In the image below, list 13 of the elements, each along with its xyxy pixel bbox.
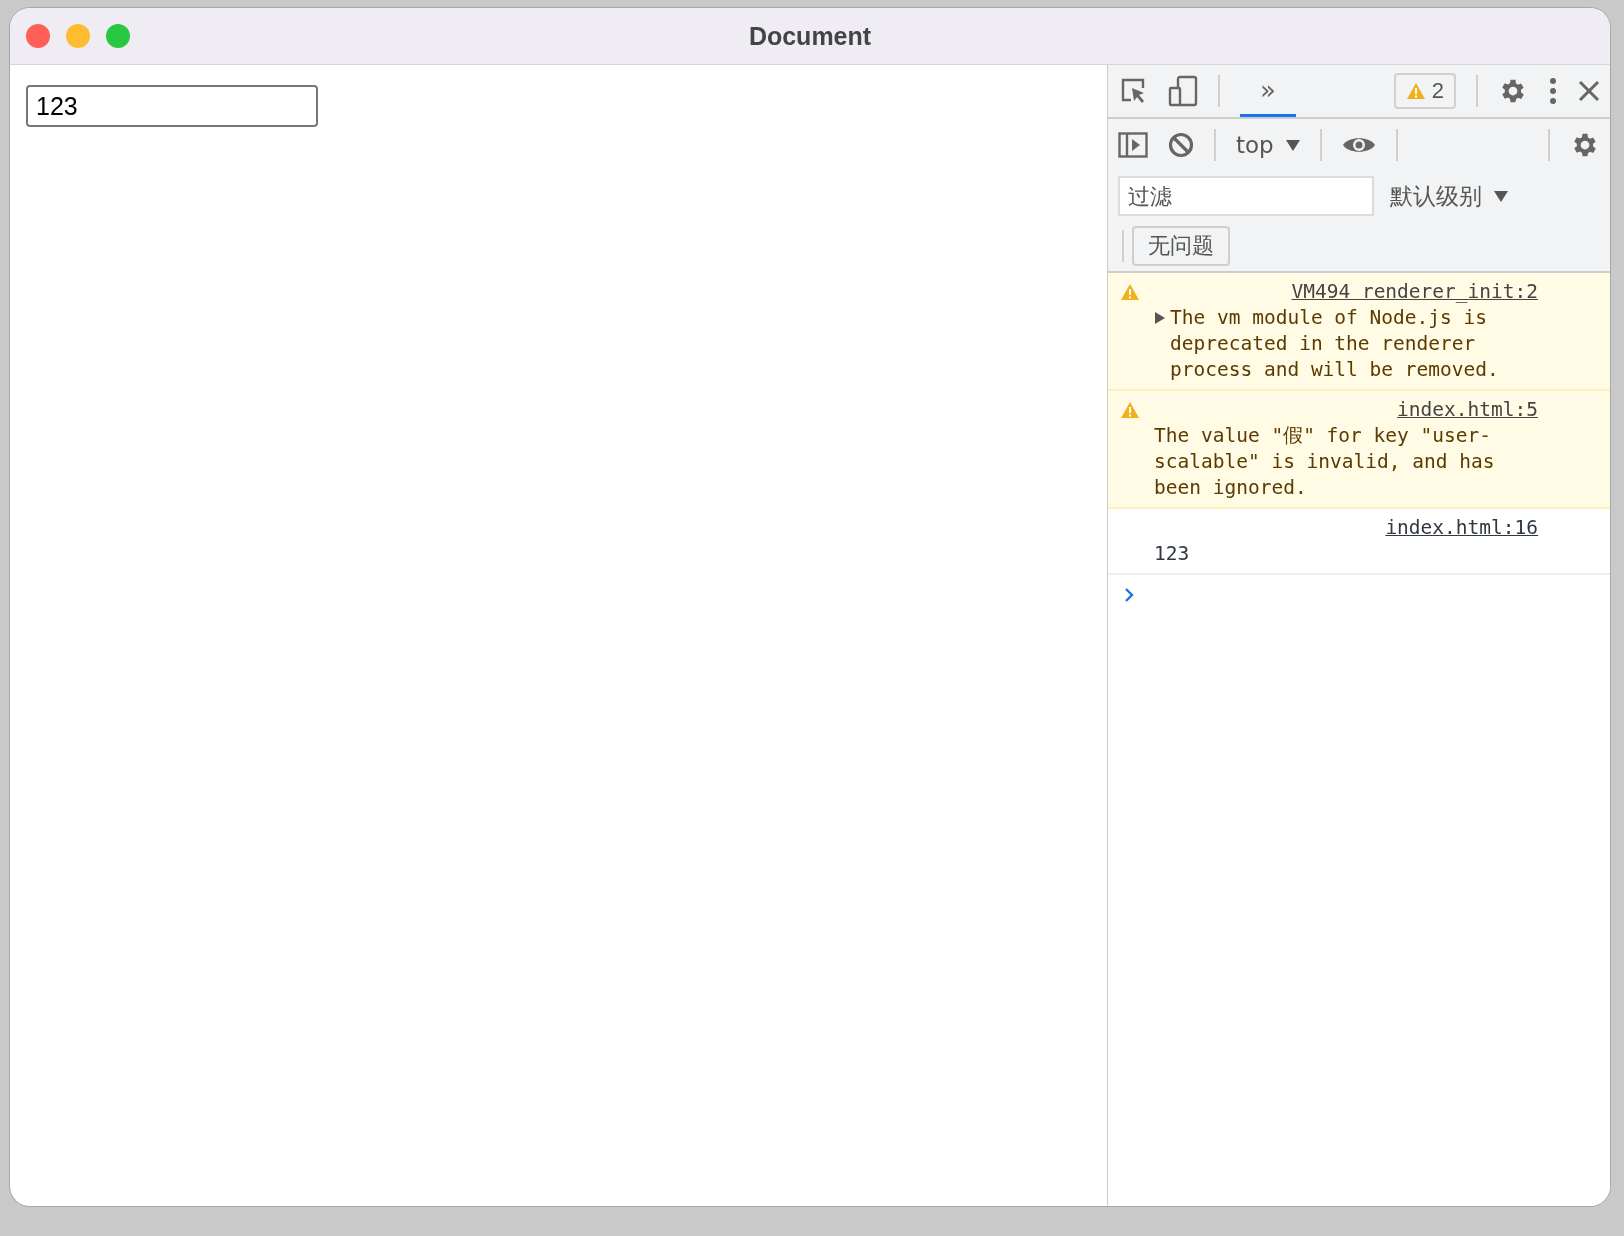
window-title: Document [748, 21, 872, 51]
source-link[interactable]: VM494 renderer_init:2 [1291, 279, 1538, 305]
source-link[interactable]: index.html:16 [1385, 515, 1538, 541]
log-level-dropdown[interactable]: 默认级别 [1390, 180, 1508, 212]
message-text: The value "假" for key "user-scalable" is invalid, and has been ignored. [1154, 423, 1496, 501]
issues-button[interactable]: 无问题 [1132, 226, 1230, 266]
issues-counter-button[interactable]: 2 [1393, 73, 1456, 109]
context-dropdown[interactable]: top [1236, 132, 1300, 158]
source-link[interactable]: index.html:5 [1397, 397, 1538, 423]
filter-field[interactable]: 过滤 [1118, 176, 1374, 216]
message-text: The vm module of Node.js is deprecated in the renderer process and will be removed. [1170, 305, 1500, 383]
text-input-field[interactable]: 123 [26, 85, 318, 127]
message-text: 123 [1154, 541, 1190, 567]
